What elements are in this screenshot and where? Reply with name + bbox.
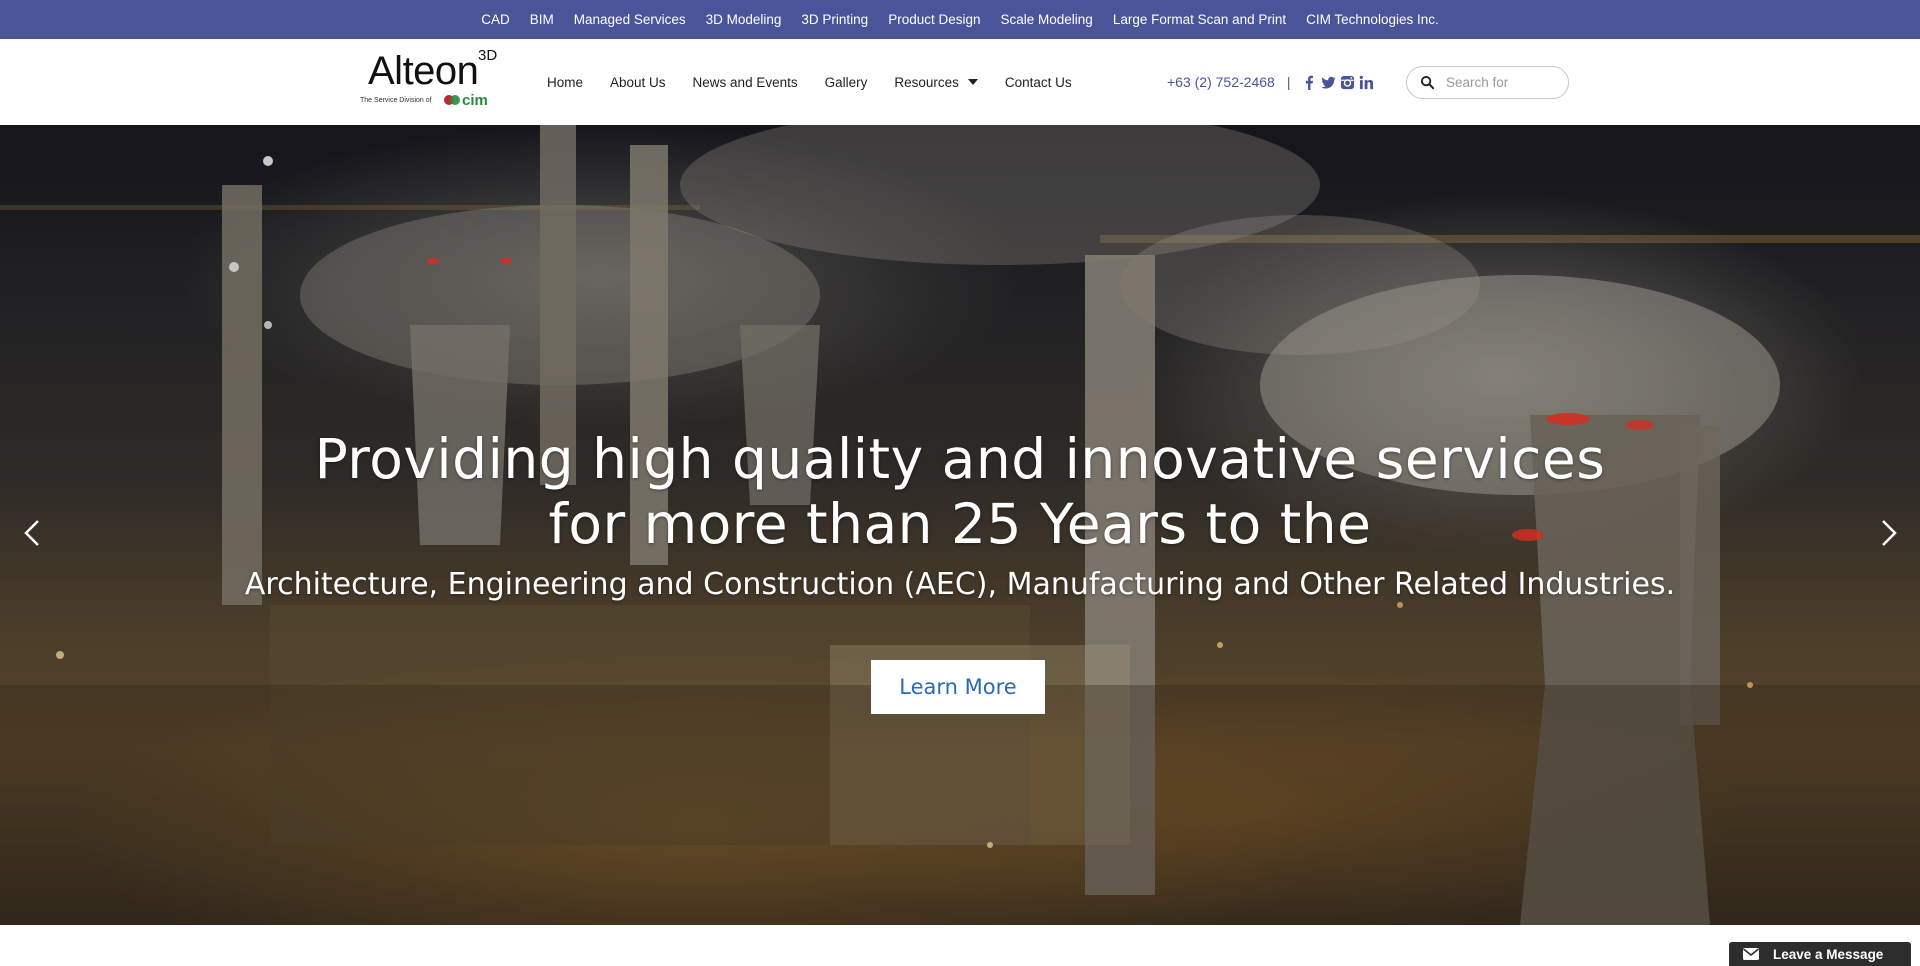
topbar-link-3d-printing[interactable]: 3D Printing [791, 12, 878, 27]
cim-logo-icon: cim [444, 92, 488, 109]
nav-contact-us[interactable]: Contact Us [1005, 75, 1072, 90]
leave-message-widget[interactable]: Leave a Message [1729, 942, 1911, 966]
nav-gallery[interactable]: Gallery [825, 75, 868, 90]
topbar-link-product-design[interactable]: Product Design [878, 12, 990, 27]
svg-text:cim: cim [462, 92, 488, 109]
nav-resources[interactable]: Resources [894, 75, 978, 90]
leave-message-label: Leave a Message [1773, 946, 1884, 962]
topbar-link-large-format[interactable]: Large Format Scan and Print [1103, 12, 1296, 27]
chevron-right-icon[interactable] [1873, 513, 1903, 553]
site-header: Alteon 3D The Service Division of cim Ho… [0, 39, 1920, 125]
search-input[interactable] [1444, 74, 1558, 91]
logo-wordmark: Alteon [368, 49, 479, 93]
topbar-link-scale-modeling[interactable]: Scale Modeling [991, 12, 1103, 27]
top-service-links: CAD BIM Managed Services 3D Modeling 3D … [0, 0, 1920, 39]
search-box [1406, 66, 1569, 99]
header-contact: +63 (2) 752-2468 | [1167, 39, 1374, 125]
twitter-icon[interactable] [1321, 75, 1336, 90]
phone-number[interactable]: +63 (2) 752-2468 [1167, 74, 1275, 90]
contact-separator: | [1286, 74, 1291, 90]
topbar-link-managed-services[interactable]: Managed Services [564, 12, 696, 27]
top-service-bar: CAD BIM Managed Services 3D Modeling 3D … [0, 0, 1920, 39]
hero-title-line-2: for more than 25 Years to the [548, 492, 1372, 556]
envelope-icon [1743, 948, 1759, 960]
logo-superscript: 3D [478, 47, 498, 64]
facebook-icon[interactable] [1302, 75, 1317, 90]
hero-subtitle: Architecture, Engineering and Constructi… [244, 567, 1676, 602]
site-logo[interactable]: Alteon 3D The Service Division of cim [360, 47, 500, 113]
nav-news-and-events[interactable]: News and Events [693, 75, 798, 90]
hero-slider: Providing high quality and innovative se… [0, 125, 1920, 925]
topbar-link-bim[interactable]: BIM [520, 12, 564, 27]
learn-more-button[interactable]: Learn More [871, 660, 1045, 714]
hero-title: Providing high quality and innovative se… [310, 427, 1610, 557]
chevron-left-icon[interactable] [18, 513, 48, 553]
linkedin-icon[interactable] [1359, 75, 1374, 90]
main-nav: Home About Us News and Events Gallery Re… [547, 39, 1099, 125]
hero-title-line-1: Providing high quality and innovative se… [314, 427, 1606, 491]
social-links [1302, 75, 1374, 90]
logo-tagline: The Service Division of [360, 97, 432, 104]
topbar-link-cad[interactable]: CAD [471, 12, 520, 27]
topbar-link-cim-technologies[interactable]: CIM Technologies Inc. [1296, 12, 1449, 27]
search-icon[interactable] [1420, 75, 1435, 90]
nav-about-us[interactable]: About Us [610, 75, 666, 90]
nav-resources-label: Resources [894, 74, 959, 90]
topbar-link-3d-modeling[interactable]: 3D Modeling [696, 12, 792, 27]
chevron-down-icon [967, 79, 978, 85]
nav-home[interactable]: Home [547, 75, 583, 90]
hero-caption: Providing high quality and innovative se… [0, 427, 1920, 605]
instagram-icon[interactable] [1340, 75, 1355, 90]
